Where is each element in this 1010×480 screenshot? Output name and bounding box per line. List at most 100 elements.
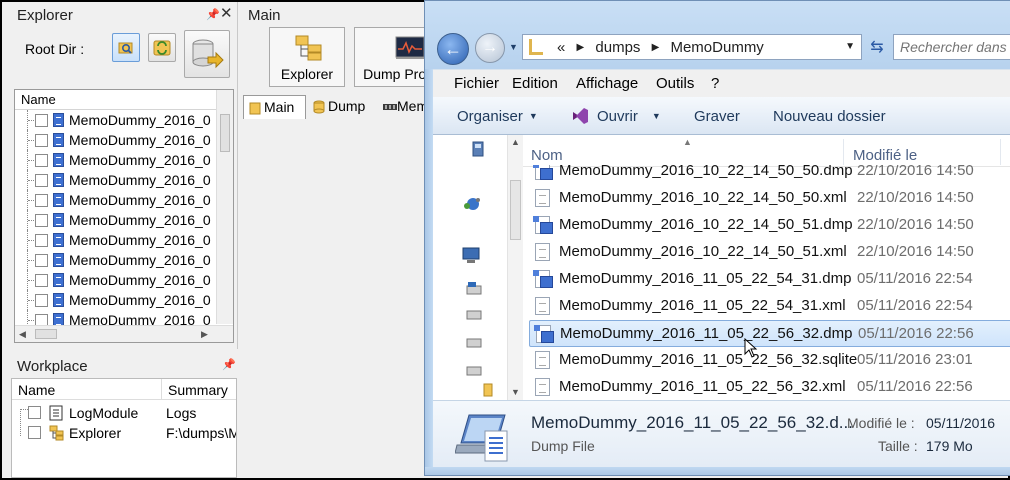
tree-item[interactable]: MemoDummy_2016_0 <box>15 290 233 310</box>
windows-explorer-window: ← → ▼ « ▶ dumps ▶ MemoDummy ▼ ⇆ Fichier … <box>424 0 1010 476</box>
navigation-pane: ▲ ▼ <box>433 135 523 400</box>
pin-icon[interactable]: 📌 <box>222 358 236 371</box>
refresh-button[interactable] <box>148 33 176 62</box>
file-row[interactable]: MemoDummy_2016_10_22_14_50_51.dmp 22/10/2… <box>529 212 1010 239</box>
checkbox[interactable] <box>28 426 41 439</box>
tree-item[interactable]: MemoDummy_2016_0 <box>15 150 233 170</box>
export-database-button[interactable] <box>184 30 230 78</box>
file-row[interactable]: MemoDummy_2016_11_05_22_54_31.xml 05/11/2… <box>529 293 1010 320</box>
mouse-cursor-icon <box>744 338 758 358</box>
new-folder-button[interactable]: Nouveau dossier <box>773 108 886 125</box>
drive-icon[interactable] <box>465 281 483 297</box>
checkbox[interactable] <box>35 174 48 187</box>
explorer-ribbon-button[interactable]: Explorer <box>269 27 345 87</box>
folder-icon[interactable] <box>483 383 493 397</box>
address-dropdown-icon[interactable]: ▼ <box>845 41 855 52</box>
search-box[interactable] <box>893 34 1010 60</box>
file-row[interactable]: MemoDummy_2016_10_22_14_50_51.xml 22/10/2… <box>529 239 1010 266</box>
file-row[interactable]: MemoDummy_2016_11_05_22_56_32.xml 05/11/2… <box>529 374 1010 400</box>
drive-icon[interactable] <box>465 309 483 321</box>
checkbox[interactable] <box>35 154 48 167</box>
file-name: MemoDummy_2016_10_22_14_50_51.dmp <box>559 216 853 233</box>
file-row[interactable]: MemoDummy_2016_10_22_14_50_50.xml 22/10/2… <box>529 185 1010 212</box>
close-icon[interactable]: ✕ <box>220 4 233 22</box>
column-modified[interactable]: Modifié le <box>853 147 917 164</box>
checkbox[interactable] <box>35 294 48 307</box>
scroll-left-icon[interactable]: ◀ <box>19 329 26 340</box>
navigation-pane-scrollbar[interactable]: ▲ ▼ <box>507 135 523 400</box>
forward-button[interactable]: → <box>475 33 505 63</box>
organize-button[interactable]: Organiser ▼ <box>457 108 538 125</box>
open-button[interactable]: Ouvrir ▼ <box>597 108 661 125</box>
tree-item[interactable]: MemoDummy_2016_0 <box>15 170 233 190</box>
memory-icon <box>382 100 398 117</box>
tab-main[interactable]: Main <box>243 95 306 119</box>
checkbox[interactable] <box>35 214 48 227</box>
explorer-panel-title: Explorer <box>17 7 73 24</box>
recent-pages-dropdown-icon[interactable]: ▼ <box>509 42 518 52</box>
checkbox[interactable] <box>35 274 48 287</box>
menu-affichage[interactable]: Affichage <box>576 75 638 92</box>
back-button[interactable]: ← <box>437 33 469 65</box>
tree-item[interactable]: MemoDummy_2016_0 <box>15 230 233 250</box>
browse-folder-button[interactable] <box>112 33 140 62</box>
tree-vertical-scrollbar[interactable] <box>216 90 233 324</box>
scrollbar-thumb[interactable] <box>35 329 57 339</box>
burn-button[interactable]: Graver <box>694 108 740 125</box>
file-row[interactable]: MemoDummy_2016_11_05_22_54_31.dmp 05/11/2… <box>529 266 1010 293</box>
refresh-icon[interactable]: ⇆ <box>866 37 888 59</box>
computer-icon[interactable] <box>471 141 487 159</box>
column-name[interactable]: Nom <box>531 147 563 164</box>
tree-item-label: MemoDummy_2016_0 <box>69 152 211 168</box>
tree-horizontal-scrollbar[interactable]: ◀ ▶ <box>15 325 233 342</box>
breadcrumb-separator-icon[interactable]: ▶ <box>652 42 660 53</box>
checkbox[interactable] <box>35 134 48 147</box>
breadcrumb-item-dumps[interactable]: dumps <box>595 39 640 56</box>
breadcrumb-item-memodummy[interactable]: MemoDummy <box>670 39 763 56</box>
search-input[interactable] <box>900 38 1010 56</box>
breadcrumb-separator-icon[interactable]: ▶ <box>577 42 585 53</box>
drive-icon[interactable] <box>465 365 483 377</box>
tree-item-label: MemoDummy_2016_0 <box>69 172 211 188</box>
file-row[interactable]: MemoDummy_2016_10_22_14_50_50.dmp 22/10/2… <box>529 165 1010 185</box>
workplace-row-explorer[interactable]: Explorer F:\dumps\M <box>12 423 236 443</box>
file-name: MemoDummy_2016_10_22_14_50_51.xml <box>559 243 847 260</box>
file-row-selected[interactable]: MemoDummy_2016_11_05_22_56_32.dmp 05/11/2… <box>529 320 1010 347</box>
checkbox[interactable] <box>35 194 48 207</box>
file-row[interactable]: MemoDummy_2016_11_05_22_56_32.sqlite 05/1… <box>529 347 1010 374</box>
tree-item[interactable]: MemoDummy_2016_0 <box>15 190 233 210</box>
drive-icon[interactable] <box>465 337 483 349</box>
tree-item[interactable]: MemoDummy_2016_0 <box>15 270 233 290</box>
checkbox[interactable] <box>28 406 41 419</box>
checkbox[interactable] <box>35 114 48 127</box>
tree-item-label: MemoDummy_2016_0 <box>69 232 211 248</box>
tree-item[interactable]: MemoDummy_2016_0 <box>15 250 233 270</box>
pin-icon[interactable]: 📌 <box>206 8 220 21</box>
checkbox[interactable] <box>35 234 48 247</box>
address-bar[interactable]: « ▶ dumps ▶ MemoDummy ▼ <box>522 34 862 60</box>
tree-item[interactable]: MemoDummy_2016_0 <box>15 110 233 130</box>
scroll-up-icon[interactable]: ▲ <box>511 137 520 147</box>
scrollbar-thumb[interactable] <box>510 180 521 240</box>
computer-icon[interactable] <box>461 247 483 265</box>
breadcrumb-overflow[interactable]: « <box>557 39 565 56</box>
scrollbar-thumb[interactable] <box>220 114 230 152</box>
tree-item[interactable]: MemoDummy_2016_0 <box>15 130 233 150</box>
workplace-row-summary: F:\dumps\M <box>166 425 237 441</box>
checkbox[interactable] <box>35 254 48 267</box>
workplace-row-logmodule[interactable]: LogModule Logs <box>12 403 236 423</box>
scroll-down-icon[interactable]: ▼ <box>511 387 520 397</box>
column-name[interactable]: Name <box>18 382 55 398</box>
scroll-right-icon[interactable]: ▶ <box>201 329 208 340</box>
tree-header[interactable]: Name ▲ <box>15 90 233 110</box>
network-icon[interactable] <box>463 195 483 213</box>
menu-outils[interactable]: Outils <box>656 75 694 92</box>
tree-item[interactable]: MemoDummy_2016_0 <box>15 210 233 230</box>
menu-help[interactable]: ? <box>711 75 719 92</box>
menu-fichier[interactable]: Fichier <box>454 75 499 92</box>
menu-edition[interactable]: Edition <box>512 75 558 92</box>
file-tree: Name ▲ MemoDummy_2016_0MemoDummy_2016_0M… <box>14 89 234 343</box>
tree-connector <box>27 230 36 250</box>
column-summary[interactable]: Summary <box>168 382 228 398</box>
dump-file-icon <box>53 193 64 207</box>
